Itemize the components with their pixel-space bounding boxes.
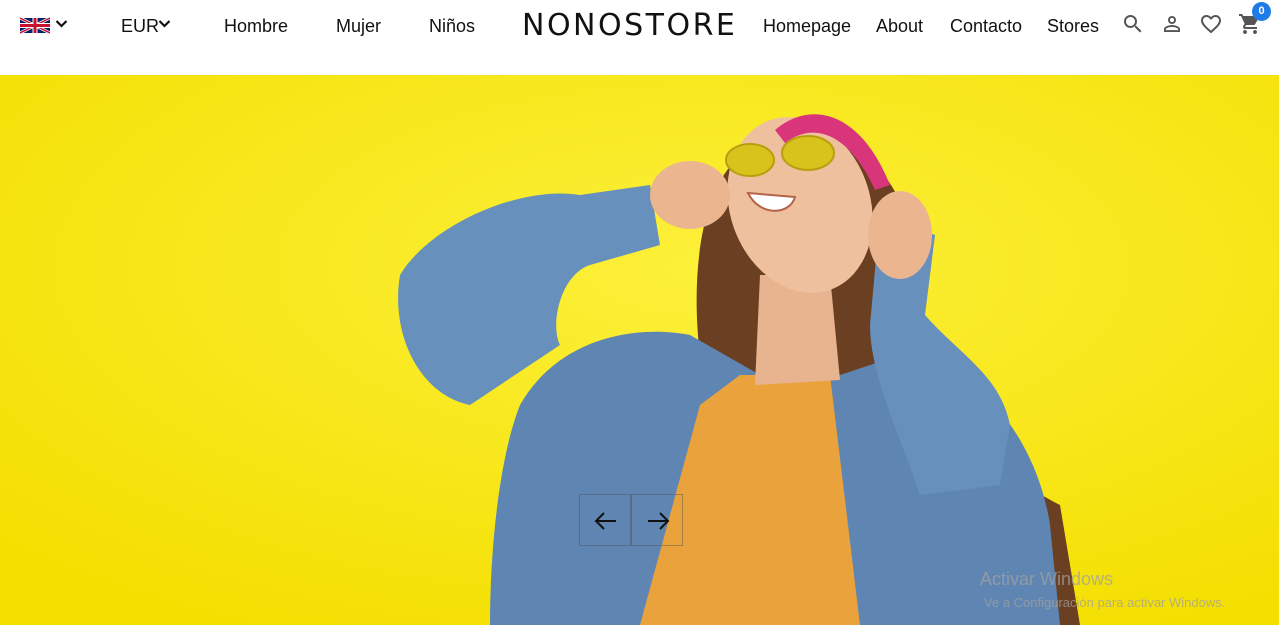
arrow-right-icon [648,512,670,530]
search-icon[interactable] [1121,12,1145,36]
nav-stores[interactable]: Stores [1047,14,1099,38]
nav-homepage[interactable]: Homepage [763,14,851,38]
hero-banner: Activar Windows Ve a Configuración para … [0,75,1279,625]
chevron-down-icon[interactable] [55,19,68,29]
nav-about[interactable]: About [876,14,923,38]
heart-icon[interactable] [1199,12,1223,36]
arrow-left-icon [594,512,616,530]
cart-count-badge: 0 [1252,2,1271,21]
windows-watermark-subtitle: Ve a Configuración para activar Windows. [984,595,1226,610]
site-logo[interactable]: NONOSTORE [522,8,735,44]
uk-flag-icon[interactable] [20,17,50,34]
user-icon[interactable] [1160,12,1184,36]
slider-prev-button[interactable] [579,494,631,546]
nav-hombre[interactable]: Hombre [224,14,288,38]
currency-selector[interactable]: EUR [121,14,159,38]
nav-ninos[interactable]: Niños [429,14,475,38]
nav-contacto[interactable]: Contacto [950,14,1022,38]
nav-mujer[interactable]: Mujer [336,14,381,38]
slider-next-button[interactable] [631,494,683,546]
site-header: EUR Hombre Mujer Niños NONOSTORE Homepag… [0,0,1279,75]
windows-watermark-title: Activar Windows [980,569,1114,589]
chevron-down-icon[interactable] [158,19,171,29]
